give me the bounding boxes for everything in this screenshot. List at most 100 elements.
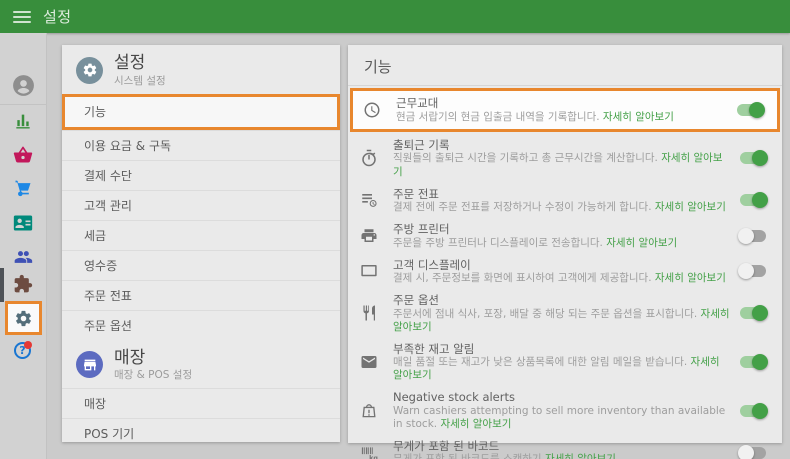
rail-item-account[interactable] [11, 73, 36, 98]
feature-toggle[interactable] [738, 304, 768, 322]
feature-title: 근무교대 [396, 96, 439, 111]
app-window: 설정 ? 설정 시스템 설정 기능 이용 요금 & 구독 결제 수단 고객 관리 세금 영… [0, 0, 790, 459]
items-icon [13, 145, 33, 165]
rail-item-items[interactable] [13, 145, 33, 165]
timer-icon [360, 149, 386, 167]
feature-row: kg 무게가 포함 된 바코드무게가 포함 된 바코드를 스캔하기 자세히 알아보… [348, 435, 782, 459]
settings-menu-item[interactable]: 결제 수단 [62, 159, 340, 190]
display-icon [360, 262, 386, 280]
customers-icon [13, 247, 33, 267]
store-section-icon [76, 351, 103, 379]
settings-menu-item[interactable]: 기능 [62, 93, 340, 130]
settings-section-icon [76, 56, 103, 84]
feature-toggle[interactable] [738, 262, 768, 280]
feature-description: 결제 시, 주문정보를 화면에 표시하여 고객에게 제공합니다. 자세히 알아보… [393, 272, 726, 284]
feature-row: 주방 프린터 주문을 주방 프린터나 디스플레이로 전송합니다. 자세히 알아보기 [348, 218, 782, 254]
stock-alert-icon [360, 402, 386, 420]
settings-section-subtitle: 시스템 설정 [114, 74, 166, 87]
employees-icon [13, 213, 33, 233]
printer-icon [360, 227, 386, 245]
reports-icon [13, 111, 33, 131]
rail-divider [0, 104, 47, 105]
menu-icon[interactable] [13, 10, 31, 23]
mail-icon [360, 353, 386, 371]
notification-badge [24, 341, 32, 349]
feature-toggle[interactable] [735, 101, 765, 119]
feature-description: 현금 서랍기의 현금 입출금 내역을 기록합니다. 자세히 알아보기 [396, 110, 674, 123]
settings-menu-item[interactable]: 세금 [62, 219, 340, 250]
feature-row: 부족한 재고 알림 매일 품절 또는 재고가 낮은 상품목록에 대한 알림 메일을… [348, 338, 782, 387]
feature-row: 고객 디스플레이 결제 시, 주문정보를 화면에 표시하여 고객에게 제공합니다.… [348, 254, 782, 290]
integrations-icon [13, 274, 33, 294]
feature-description: 주문서에 점내 식사, 포장, 배달 중 해당 되는 주문 옵션을 표시합니다.… [393, 307, 730, 333]
nav-rail: ? [0, 33, 47, 459]
rail-item-help[interactable]: ? [13, 341, 33, 361]
learn-more-link[interactable]: 자세히 알아보기 [655, 272, 726, 284]
inventory-icon [13, 179, 33, 199]
store-menu-list: 매장 POS 기기 [62, 388, 340, 448]
rail-item-inventory[interactable] [13, 179, 33, 199]
feature-toggle[interactable] [738, 353, 768, 371]
feature-title: 고객 디스플레이 [393, 257, 471, 272]
settings-menu-list: 기능 이용 요금 & 구독 결제 수단 고객 관리 세금 영수증 주문 전표 주문 옵션 [62, 93, 340, 340]
feature-toggle[interactable] [738, 191, 768, 209]
feature-description: 결제 전에 주문 전표를 저장하거나 수정이 가능하게 합니다. 자세히 알아보… [393, 201, 726, 213]
store-section-subtitle: 매장 & POS 설정 [114, 369, 193, 382]
feature-description: 매일 품절 또는 재고가 낮은 상품목록에 대한 알림 메일을 받습니다. 자세… [393, 356, 720, 382]
barcode-icon: kg [360, 444, 386, 459]
settings-menu-item[interactable]: 이용 요금 & 구독 [62, 129, 340, 160]
learn-more-link[interactable]: 자세히 알아보기 [603, 111, 674, 123]
feature-title: 주문 옵션 [393, 293, 439, 308]
learn-more-link[interactable]: 자세히 알아보기 [606, 237, 677, 249]
feature-row: 주문 전표 결제 전에 주문 전표를 저장하거나 수정이 가능하게 합니다. 자세… [348, 183, 782, 219]
feature-title: Negative stock alerts [393, 390, 515, 405]
settings-section-title: 설정 [114, 53, 146, 73]
feature-row: 근무교대 현금 서랍기의 현금 입출금 내역을 기록합니다. 자세히 알아보기 [350, 88, 780, 132]
feature-title: 주방 프린터 [393, 222, 450, 237]
account-icon [11, 73, 36, 98]
feature-toggle[interactable] [738, 402, 768, 420]
feature-description: Warn cashiers attempting to sell more in… [393, 404, 726, 430]
clock-icon [363, 101, 389, 119]
settings-menu-item[interactable]: 주문 옵션 [62, 309, 340, 340]
settings-icon [14, 309, 33, 328]
feature-description: 무게가 포함 된 바코드를 스캔하기 자세히 알아보기 [393, 453, 730, 459]
settings-section-header: 설정 시스템 설정 [62, 45, 340, 94]
feature-row: Negative stock alerts Warn cashiers attem… [348, 386, 782, 435]
rail-item-integrations[interactable] [13, 274, 33, 294]
settings-menu-panel: 설정 시스템 설정 기능 이용 요금 & 구독 결제 수단 고객 관리 세금 영수증 주문 … [62, 45, 340, 442]
feature-toggle[interactable] [738, 444, 768, 459]
svg-text:kg: kg [369, 454, 378, 459]
features-list: 근무교대 현금 서랍기의 현금 입출금 내역을 기록합니다. 자세히 알아보기 출퇴… [348, 86, 782, 459]
feature-description: 직원들의 출퇴근 시간을 기록하고 총 근무시간을 계산합니다. 자세히 알아보… [393, 152, 723, 178]
page-title: 설정 [43, 8, 72, 26]
rail-item-customers[interactable] [13, 247, 33, 267]
feature-title: 출퇴근 기록 [393, 138, 450, 152]
settings-menu-item[interactable]: 매장 [62, 388, 340, 418]
app-bar: 설정 [0, 0, 790, 33]
learn-more-link[interactable]: 자세히 알아보기 [545, 453, 616, 459]
features-panel: 기능 근무교대 현금 서랍기의 현금 입출금 내역을 기록합니다. 자세히 알아보… [348, 45, 782, 459]
feature-title: 무게가 포함 된 바코드 [393, 439, 500, 453]
rail-item-employees[interactable] [13, 213, 33, 233]
store-section-title: 매장 [114, 347, 146, 368]
learn-more-link[interactable]: 자세히 알아보기 [655, 201, 726, 213]
feature-title: 부족한 재고 알림 [393, 341, 475, 356]
open-ticket-icon [360, 191, 386, 209]
settings-menu-item[interactable]: 주문 전표 [62, 279, 340, 310]
feature-row: 출퇴근 기록 직원들의 출퇴근 시간을 기록하고 총 근무시간을 계산합니다. 자… [348, 134, 782, 183]
settings-menu-item[interactable]: 영수증 [62, 249, 340, 280]
feature-toggle[interactable] [738, 149, 768, 167]
feature-row: 주문 옵션 주문서에 점내 식사, 포장, 배달 중 해당 되는 주문 옵션을 표… [348, 289, 782, 338]
dining-icon [360, 304, 386, 322]
store-section-header: 매장 매장 & POS 설정 [62, 340, 340, 389]
help-icon: ? [14, 341, 32, 359]
feature-description: 주문을 주방 프린터나 디스플레이로 전송합니다. 자세히 알아보기 [393, 236, 678, 249]
selected-rail-indicator [0, 268, 4, 302]
rail-item-settings[interactable] [5, 301, 42, 335]
feature-toggle[interactable] [738, 227, 768, 245]
settings-menu-item[interactable]: 고객 관리 [62, 189, 340, 220]
settings-menu-item[interactable]: POS 기기 [62, 418, 340, 448]
rail-item-reports[interactable] [13, 111, 33, 131]
learn-more-link[interactable]: 자세히 알아보기 [440, 418, 511, 430]
